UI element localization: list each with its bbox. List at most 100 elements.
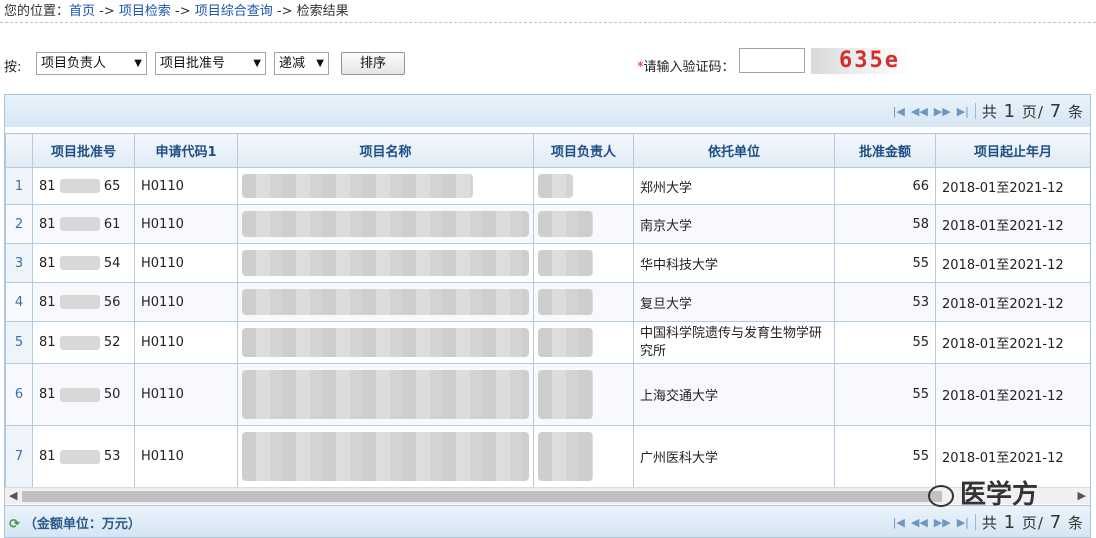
breadcrumb-separator: -> [170,4,195,19]
breadcrumb-separator: -> [272,4,297,19]
redaction [538,370,593,419]
next-page-icon[interactable]: ▶▶ [934,516,951,529]
code-cell: H0110 [134,167,238,205]
approval-no-suffix: 56 [103,294,121,310]
first-page-icon[interactable]: |◀ [893,105,905,118]
period-cell: 2018-01至2021-12 [935,204,1090,244]
column-header-leader[interactable]: 项目负责人 [533,133,634,168]
code-cell: H0110 [134,282,238,322]
column-header-period[interactable]: 项目起止年月 [935,133,1090,168]
next-page-icon[interactable]: ▶▶ [934,105,951,118]
approval-no-suffix: 53 [103,449,121,464]
table-row[interactable]: 2 81 61 H0110 南京大学 58 2018-01至2021-12 [5,204,1090,244]
captcha-input[interactable] [739,48,805,73]
total-count: 7 [1049,100,1063,122]
period-cell: 2018-01至2021-12 [935,363,1090,426]
period-cell: 2018-01至2021-12 [935,243,1090,283]
redaction-block [538,370,593,419]
breadcrumb-home-link[interactable]: 首页 [69,4,95,19]
dropdown-arrow-icon: ▼ [316,58,324,69]
leader-cell [533,425,634,488]
approval-no-cell: 81 52 [32,321,135,364]
breadcrumb-query-link[interactable]: 项目综合查询 [195,4,273,19]
refresh-icon[interactable]: ⟳ [9,517,20,532]
institution-cell: 郑州大学 [633,167,835,205]
scroll-right-icon[interactable]: ▶ [1078,489,1086,502]
sort-field1-select[interactable]: 项目负责人 ▼ [36,52,147,75]
approval-no-cell: 81 50 [32,363,135,426]
dropdown-arrow-icon: ▼ [134,58,142,69]
leader-cell [533,321,634,364]
approval-no-cell: 81 65 [32,167,135,205]
approval-no-cell: 81 56 [32,282,135,322]
pager-separator [974,103,976,119]
approval-no-prefix: 81 [39,449,56,464]
approval-no-prefix: 81 [39,216,56,232]
project-name-cell [237,243,534,283]
approval-no-suffix: 61 [103,216,121,232]
redaction [59,295,100,309]
amount-cell: 66 [834,167,936,205]
sort-button[interactable]: 排序 [341,52,405,75]
approval-no-cell: 81 54 [32,243,135,283]
row-index: 4 [5,282,33,322]
row-index: 1 [5,167,33,205]
redaction-block [538,174,573,198]
leader-cell [533,282,634,322]
total-unit: 条 [1067,513,1084,532]
sort-order-select[interactable]: 递减 ▼ [274,52,329,75]
breadcrumb-prefix: 您的位置： [4,4,70,19]
redaction [242,289,529,315]
current-page: 1 [1003,511,1017,533]
row-index: 7 [5,425,33,488]
code-cell: H0110 [134,204,238,244]
column-header-institution[interactable]: 依托单位 [633,133,835,168]
redaction [242,370,529,419]
redaction-block [242,211,529,237]
sort-label: 按: [4,60,22,75]
column-header-project-name[interactable]: 项目名称 [237,133,534,168]
row-index: 3 [5,243,33,283]
redaction [242,211,529,237]
project-name-cell [237,204,534,244]
leader-cell [533,363,634,426]
prev-page-icon[interactable]: ◀◀ [911,516,928,529]
pager-top: |◀ ◀◀ ▶▶ ▶| 共 1 页/ 7 条 [5,95,1090,127]
redaction [538,211,593,237]
amount-unit-note: ⟳ （金额单位：万元） [9,513,141,532]
amount-cell: 55 [834,243,936,283]
pager-separator [974,514,976,530]
sort-field2-select[interactable]: 项目批准号 ▼ [155,52,266,75]
leader-cell [533,167,634,205]
prev-page-icon[interactable]: ◀◀ [911,105,928,118]
table-row[interactable]: 3 81 54 H0110 华中科技大学 55 2018-01至2021-12 [5,243,1090,283]
last-page-icon[interactable]: ▶| [957,105,969,118]
amount-unit-text: （金额单位：万元） [23,517,141,532]
redaction [59,217,100,231]
column-header-code[interactable]: 申请代码1 [134,133,238,168]
table-row[interactable]: 1 81 65 H0110 郑州大学 66 2018-01至2021-12 [5,167,1090,205]
pager-text: 共 1 页/ 7 条 [982,101,1084,122]
scrollbar-thumb[interactable] [22,491,942,502]
first-page-icon[interactable]: |◀ [893,516,905,529]
breadcrumb-search-link[interactable]: 项目检索 [119,4,171,19]
captcha-image[interactable]: 635e [811,48,911,74]
institution-cell: 中国科学院遗传与发育生物学研究所 [633,321,835,364]
sort-field2-value: 项目批准号 [160,56,226,71]
approval-no-cell: 81 53 [32,425,135,488]
redaction [242,174,473,198]
approval-no-prefix: 81 [39,294,56,310]
pager-prefix: 共 [981,513,998,532]
institution-cell: 广州医科大学 [633,425,835,488]
table-row[interactable]: 6 81 50 H0110 上海交通大学 55 2018-01至2021-12 [5,363,1090,426]
redaction-block [242,250,529,276]
table-row[interactable]: 5 81 52 H0110 中国科学院遗传与发育生物学研究所 55 2018-0… [5,321,1090,364]
scroll-left-icon[interactable]: ◀ [9,489,17,502]
redaction [59,387,100,402]
table-row[interactable]: 4 81 56 H0110 复旦大学 53 2018-01至2021-12 [5,282,1090,322]
last-page-icon[interactable]: ▶| [957,516,969,529]
row-index: 5 [5,321,33,364]
column-header-approval-no[interactable]: 项目批准号 [32,133,135,168]
column-header-amount[interactable]: 批准金额 [834,133,936,168]
approval-no-prefix: 81 [39,387,56,402]
